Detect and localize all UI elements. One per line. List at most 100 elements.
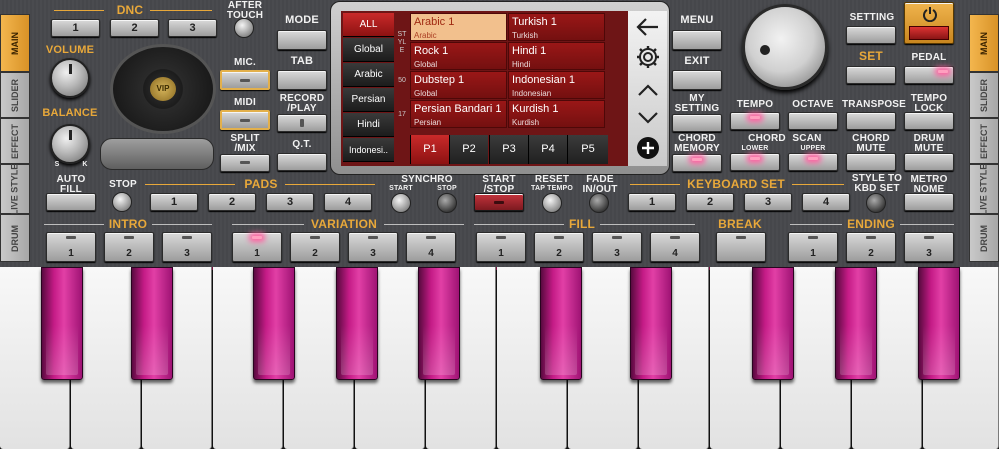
tempo-button[interactable] (730, 112, 780, 130)
synchro-stop-knob[interactable] (437, 193, 457, 213)
black-key[interactable] (752, 267, 794, 380)
filter-indonesian[interactable]: Indonesi.. (343, 138, 394, 162)
style-rock-1[interactable]: Rock 1 Global (410, 42, 507, 70)
fill-button-2[interactable]: 2 (534, 232, 584, 262)
auto-fill-button[interactable] (46, 193, 96, 211)
exit-button[interactable] (672, 70, 722, 90)
menu-button[interactable] (672, 30, 722, 50)
tab-main-left[interactable]: MAIN (0, 14, 30, 72)
dnc-button-1[interactable]: 1 (51, 19, 100, 37)
my-setting-button[interactable] (672, 114, 722, 132)
kbd-set-button-3[interactable]: 3 (744, 193, 792, 211)
page-tab-p1[interactable]: P1 (410, 135, 449, 164)
start-stop-button[interactable] (474, 193, 524, 211)
metronome-button[interactable] (904, 193, 954, 211)
balance-knob[interactable] (50, 124, 90, 164)
variation-button-3[interactable]: 3 (348, 232, 398, 262)
pad-button-4[interactable]: 4 (324, 193, 372, 211)
mode-button[interactable] (277, 30, 327, 50)
black-key[interactable] (418, 267, 460, 380)
filter-global[interactable]: Global (343, 38, 394, 62)
split-mix-button[interactable] (220, 154, 270, 172)
black-key[interactable] (336, 267, 378, 380)
stop-knob[interactable] (112, 192, 132, 212)
chevron-down-icon[interactable] (637, 111, 659, 125)
power-button[interactable] (904, 2, 954, 44)
dnc-button-3[interactable]: 3 (168, 19, 217, 37)
jog-wheel[interactable]: VIP (110, 44, 216, 134)
tab-main-right[interactable]: MAIN (969, 14, 999, 72)
style-kurdish-1[interactable]: Kurdish 1 Kurdish (508, 100, 605, 128)
ending-button-2[interactable]: 2 (846, 232, 896, 262)
data-dial[interactable] (742, 4, 828, 90)
fill-button-4[interactable]: 4 (650, 232, 700, 262)
page-tab-p2[interactable]: P2 (449, 135, 488, 164)
fill-button-1[interactable]: 1 (476, 232, 526, 262)
volume-knob[interactable] (50, 58, 90, 98)
pedal-button[interactable] (904, 66, 954, 84)
black-key[interactable] (630, 267, 672, 380)
transpose-button[interactable] (846, 112, 896, 130)
style-turkish-1[interactable]: Turkish 1 Turkish (508, 13, 605, 41)
record-play-button[interactable] (277, 114, 327, 132)
reset-knob[interactable] (542, 193, 562, 213)
chevron-up-icon[interactable] (637, 83, 659, 97)
page-tab-p4[interactable]: P4 (528, 135, 567, 164)
pad-button-3[interactable]: 3 (266, 193, 314, 211)
gear-icon[interactable] (635, 44, 661, 70)
mic-button[interactable] (220, 70, 270, 90)
chord-mute-button[interactable] (846, 153, 896, 171)
pitch-slot[interactable] (100, 138, 214, 170)
tab-drum-right[interactable]: DRUM (969, 214, 999, 262)
filter-arabic[interactable]: Arabic (343, 63, 394, 87)
synchro-start-knob[interactable] (391, 193, 411, 213)
tab-slider-right[interactable]: SLIDER (969, 72, 999, 118)
page-tab-p3[interactable]: P3 (489, 135, 528, 164)
break-button[interactable] (716, 232, 766, 262)
style-hindi-1[interactable]: Hindi 1 Hindi (508, 42, 605, 70)
style-arabic-1[interactable]: Arabic 1 Arabic (410, 13, 507, 41)
black-key[interactable] (41, 267, 83, 380)
kbd-set-button-4[interactable]: 4 (802, 193, 850, 211)
after-touch-knob[interactable] (234, 18, 254, 38)
arrow-left-icon[interactable] (636, 17, 660, 37)
pad-button-1[interactable]: 1 (150, 193, 198, 211)
intro-button-2[interactable]: 2 (104, 232, 154, 262)
midi-button[interactable] (220, 110, 270, 130)
plus-icon[interactable] (636, 136, 660, 160)
chord-memory-button[interactable] (672, 154, 722, 172)
kbd-set-button-2[interactable]: 2 (686, 193, 734, 211)
variation-button-2[interactable]: 2 (290, 232, 340, 262)
pad-button-2[interactable]: 2 (208, 193, 256, 211)
page-tab-p5[interactable]: P5 (567, 135, 608, 164)
tab-effect-left[interactable]: EFFECT (0, 118, 30, 164)
variation-button-4[interactable]: 4 (406, 232, 456, 262)
tab-live-style-left[interactable]: LIVE STYLE (0, 163, 30, 215)
kbd-set-button-1[interactable]: 1 (628, 193, 676, 211)
style-indonesian-1[interactable]: Indonesian 1 Indonesian (508, 71, 605, 99)
ending-button-3[interactable]: 3 (904, 232, 954, 262)
tab-button[interactable] (277, 70, 327, 90)
filter-all[interactable]: ALL (343, 13, 394, 37)
octave-button[interactable] (788, 112, 838, 130)
black-key[interactable] (918, 267, 960, 380)
black-key[interactable] (835, 267, 877, 380)
dnc-button-2[interactable]: 2 (110, 19, 159, 37)
set-button[interactable] (846, 66, 896, 84)
intro-button-1[interactable]: 1 (46, 232, 96, 262)
style-to-kbd-knob[interactable] (866, 193, 886, 213)
tab-effect-right[interactable]: EFFECT (969, 118, 999, 164)
fade-knob[interactable] (589, 193, 609, 213)
black-key[interactable] (131, 267, 173, 380)
intro-button-3[interactable]: 3 (162, 232, 212, 262)
scan-upper-button[interactable] (788, 153, 838, 171)
filter-persian[interactable]: Persian (343, 88, 394, 112)
style-persian-bandari-1[interactable]: Persian Bandari 1 Persian (410, 100, 507, 128)
drum-mute-button[interactable] (904, 153, 954, 171)
tab-live-style-right[interactable]: LIVE STYLE (969, 163, 999, 215)
filter-hindi[interactable]: Hindi (343, 113, 394, 137)
tab-drum-left[interactable]: DRUM (0, 214, 30, 262)
fill-button-3[interactable]: 3 (592, 232, 642, 262)
black-key[interactable] (540, 267, 582, 380)
variation-button-1[interactable]: 1 (232, 232, 282, 262)
